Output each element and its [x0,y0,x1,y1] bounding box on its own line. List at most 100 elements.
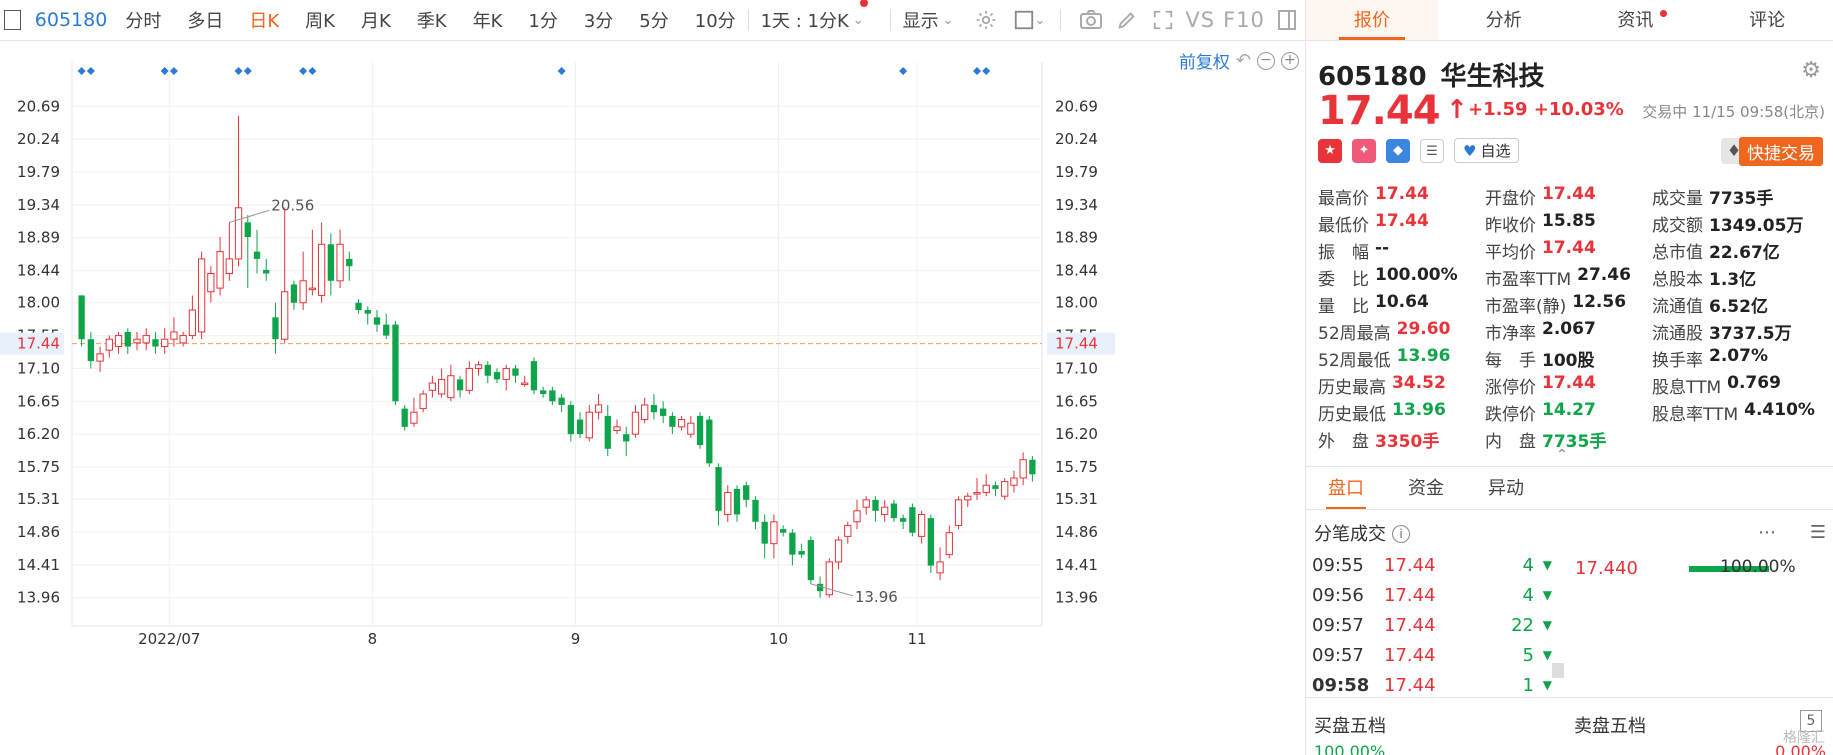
fullscreen-icon[interactable] [1151,7,1175,33]
y-tick-label-right: 15.31 [1055,490,1098,508]
tab-monthly-k[interactable]: 月K [361,7,391,33]
candle-body [419,393,427,410]
triangle-down-icon: ▼ [1542,678,1552,692]
tab-news[interactable]: 资讯 [1570,0,1702,40]
candle-body [909,507,916,533]
stat-item: 股息率TTM 4.410% [1652,400,1828,425]
candle-body [456,379,464,391]
undo-icon[interactable]: ↶ [1236,50,1251,71]
stock-badges: ★ ✦ ◆ ☰ ♥ 自选 [1318,138,1520,163]
stat-label: 股息TTM [1652,378,1722,398]
zoom-out-icon[interactable]: − [1257,51,1275,70]
tab-anomaly[interactable]: 异动 [1466,467,1546,509]
toolbar-divider [1060,9,1062,31]
info-icon[interactable]: i [1392,525,1410,543]
tab-daily-k[interactable]: 日K [249,7,279,33]
candle-body [355,302,362,311]
notification-dot [859,0,868,7]
tab-orderbook[interactable]: 盘口 [1306,467,1386,509]
tab-5min[interactable]: 5分 [639,7,668,33]
sidebar-toggle-icon[interactable] [4,10,21,30]
tab-multi-day[interactable]: 多日 [187,7,223,33]
change-amount: +1.59 [1468,99,1528,120]
tab-comments-label: 评论 [1749,10,1786,31]
y-tick-label-left: 19.34 [17,196,60,214]
y-tick-label-left: 15.75 [17,458,60,476]
stat-value: 100股 [1542,351,1595,371]
panel-toggle-icon[interactable] [1275,7,1299,33]
stat-label: 历史最高 [1318,378,1386,398]
tab-yearly-k[interactable]: 年K [473,7,503,33]
kline-chart[interactable]: 20.69 20.69 20.24 20.24 19.79 19.79 19.34 19.34… [0,42,1305,755]
triangle-down-icon: ▼ [1542,618,1552,632]
f10-button[interactable]: F10 [1223,8,1265,32]
quick-trade-button[interactable]: 快捷交易 [1739,137,1823,166]
candle-body [336,243,344,282]
tick-price: 17.44 [1384,614,1436,636]
y-tick-label-right: 16.20 [1055,425,1098,443]
y-tick-label-right: 18.89 [1055,229,1098,247]
limit-up-icon[interactable]: ✦ [1352,138,1376,163]
heart-icon: ♥ [1463,141,1477,160]
stat-label: 量 比 [1318,297,1369,317]
stat-value: 34.52 [1392,373,1446,393]
pencil-icon[interactable] [1115,7,1139,33]
candle-body [364,310,371,314]
tab-3min[interactable]: 3分 [584,7,613,33]
stat-label: 涨停价 [1485,378,1536,398]
menu-icon[interactable]: ☰ [1810,522,1826,543]
layout-select[interactable]: ⌄ [1010,7,1049,33]
settings-icon[interactable] [974,7,998,33]
tab-quarterly-k[interactable]: 季K [417,7,447,33]
candle-body [142,335,150,344]
stat-label: 总市值 [1652,243,1703,263]
tag-icon[interactable]: ◆ [1386,138,1410,163]
china-flag-icon[interactable]: ★ [1318,138,1342,163]
stat-item: 成交量 7735手 [1652,184,1828,209]
gear-icon[interactable]: ⚙ [1801,58,1821,83]
stat-value: 7735手 [1542,432,1607,452]
candle-body [669,415,676,427]
stat-item: 成交额 1349.05万 [1652,211,1828,236]
y-tick-label-left: 16.20 [17,425,60,443]
period-select[interactable]: 1天 : 1分K ⌄ [761,0,868,33]
add-watchlist-button[interactable]: ♥ 自选 [1454,138,1520,163]
tab-weekly-k[interactable]: 周K [305,7,335,33]
stat-label: 平均价 [1485,243,1536,263]
candle-body [549,390,556,402]
notification-dot [1659,10,1667,17]
chevron-down-icon: ⌄ [1034,12,1046,28]
camera-icon[interactable] [1079,7,1103,33]
triangle-down-icon: ▼ [1542,558,1552,572]
tick-row: 09:57 17.44 5 ▼ [1312,640,1552,670]
zoom-in-icon[interactable]: + [1281,51,1299,70]
candle-body [973,492,981,495]
tab-fund-flow[interactable]: 资金 [1386,467,1466,509]
report-icon[interactable]: ☰ [1420,138,1444,163]
toolbar-divider [747,9,749,31]
candle-body [124,331,131,347]
chevron-down-icon: ⌄ [942,12,954,28]
scrollbar-thumb[interactable] [1552,663,1564,678]
last-price: 17.44 [1318,88,1441,134]
candle-body [161,338,169,348]
more-icon[interactable]: ⋯ [1758,522,1776,543]
candle-body [437,378,446,395]
tab-quote[interactable]: 报价 [1306,0,1438,40]
tab-analysis[interactable]: 分析 [1438,0,1570,40]
y-tick-label-right: 14.41 [1055,556,1098,574]
chevron-up-icon[interactable]: ⌃ [1556,447,1568,463]
tab-10min[interactable]: 10分 [695,7,736,33]
candle-body [992,485,999,489]
adjust-price-button[interactable]: 前复权 [1179,48,1230,73]
stat-item: 委 比 100.00% [1318,265,1485,290]
display-select[interactable]: 显示 ⌄ [903,7,954,33]
tab-1min[interactable]: 1分 [528,7,557,33]
tab-intraday[interactable]: 分时 [125,7,161,33]
candle-body [484,364,491,376]
compare-button[interactable]: VS [1185,8,1215,32]
tab-comments[interactable]: 评论 [1701,0,1833,40]
stat-item: 昨收价 15.85 [1485,211,1652,236]
candle-body [263,269,270,274]
stat-label: 外 盘 [1318,432,1369,452]
